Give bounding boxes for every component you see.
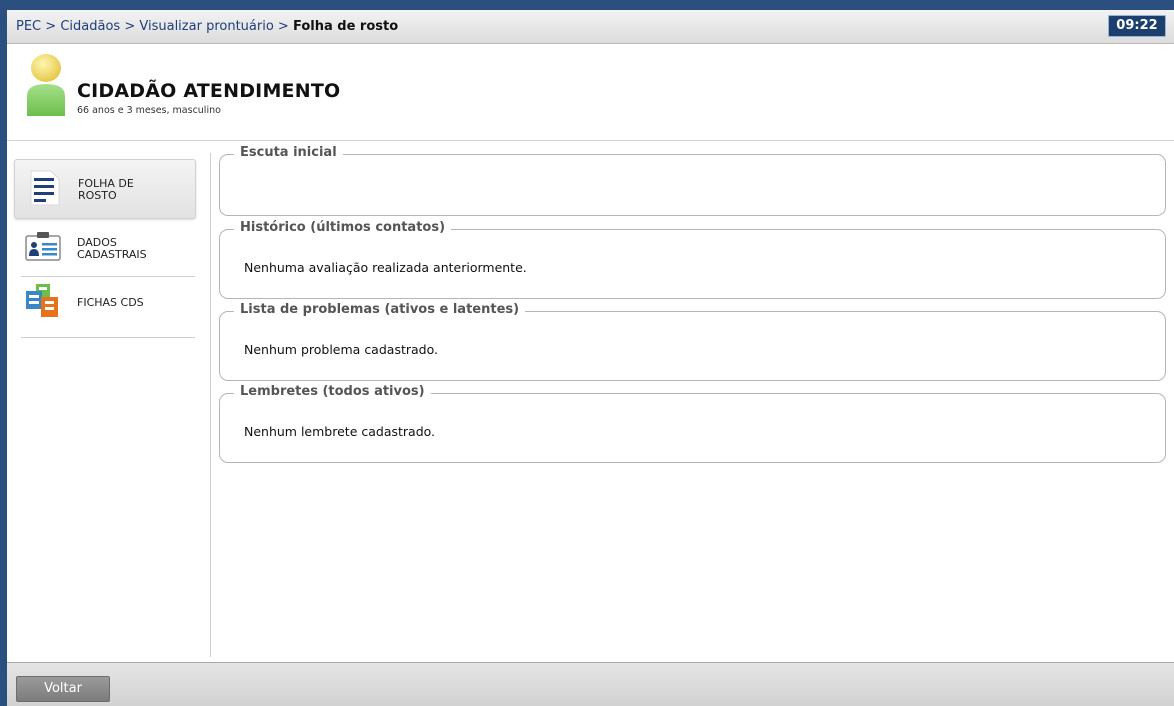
panel-title: Escuta inicial [226,145,343,160]
panel-lembretes: Lembretes (todos ativos) Nenhum lembrete… [219,384,1166,463]
sidebar: FOLHA DE ROSTO DADOS CADASTRAIS FICHAS C… [7,153,211,657]
patient-name: CIDADÃO ATENDIMENTO [77,80,341,102]
divider [21,337,195,338]
bottom-bar: Voltar [7,662,1174,706]
breadcrumb-item-cidadaos[interactable]: Cidadãos [60,19,120,34]
panel-title: Lista de problemas (ativos e latentes) [225,302,526,317]
document-lines-icon [30,170,60,206]
sidebar-item-dados-cadastrais[interactable]: DADOS CADASTRAIS [14,219,196,279]
breadcrumb-separator: > [124,19,136,34]
sidebar-item-label: FICHAS CDS [77,296,144,309]
label-line: CADASTRAIS [77,248,147,261]
panel-text: Nenhum problema cadastrado. [244,342,438,357]
back-button[interactable]: Voltar [16,676,110,702]
patient-header: CIDADÃO ATENDIMENTO 66 anos e 3 meses, m… [7,44,1174,141]
sidebar-item-label: DADOS CADASTRAIS [77,237,147,261]
panel-historico: Histórico (últimos contatos) Nenhuma ava… [219,220,1166,299]
sidebar-item-folha-de-rosto[interactable]: FOLHA DE ROSTO [14,159,196,219]
panel-text: Nenhum lembrete cadastrado. [244,424,436,439]
panel-lista-problemas: Lista de problemas (ativos e latentes) N… [219,302,1166,381]
app-window: PEC > Cidadãos > Visualizar prontuário >… [7,10,1174,706]
top-bar: PEC > Cidadãos > Visualizar prontuário >… [7,10,1174,44]
forms-icon [26,284,58,317]
breadcrumb-item-pec[interactable]: PEC [16,19,41,34]
panel-text: Nenhuma avaliação realizada anteriorment… [244,260,527,275]
breadcrumb: PEC > Cidadãos > Visualizar prontuário >… [16,10,398,44]
breadcrumb-separator: > [277,19,289,34]
breadcrumb-current: Folha de rosto [292,19,399,34]
panel-title: Lembretes (todos ativos) [226,384,431,399]
patient-info: 66 anos e 3 meses, masculino [77,105,221,116]
panel-escuta-inicial: Escuta inicial [219,145,1166,216]
clock: 09:22 [1108,15,1166,37]
sidebar-item-label: FOLHA DE ROSTO [78,178,134,202]
breadcrumb-separator: > [45,19,57,34]
label-line: ROSTO [78,189,117,202]
breadcrumb-item-visualizar-prontuario[interactable]: Visualizar prontuário [139,19,273,34]
panel-title: Histórico (últimos contatos) [225,220,452,235]
sidebar-item-fichas-cds[interactable]: FICHAS CDS [14,277,196,337]
avatar-icon [27,54,65,116]
id-card-icon [25,232,61,261]
